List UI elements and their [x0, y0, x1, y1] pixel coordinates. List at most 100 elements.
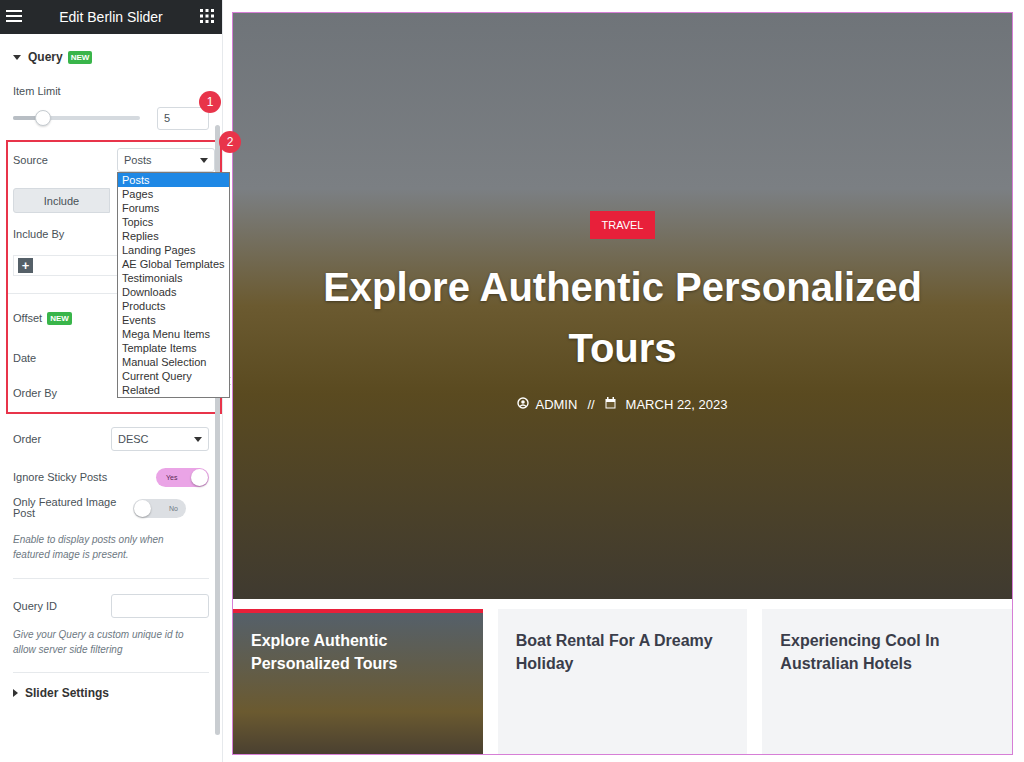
caret-icon	[194, 437, 202, 442]
slider-thumbs: Explore Authentic Personalized Tours Boat…	[233, 609, 1012, 754]
dropdown-option[interactable]: Pages	[118, 187, 229, 201]
toggle-label: No	[169, 505, 178, 512]
help-text: Enable to display posts only when featur…	[0, 532, 222, 562]
slide-hero: TRAVEL Explore Authentic Personalized Tou…	[233, 13, 1012, 599]
annotation-badge: 1	[199, 91, 221, 113]
option-label: Posts	[122, 174, 150, 186]
option-label: Events	[122, 314, 156, 326]
toggle-switch[interactable]: No	[133, 499, 186, 518]
annotation-number: 1	[207, 95, 214, 109]
toggle-switch[interactable]: Yes	[156, 468, 209, 487]
option-label: Manual Selection	[122, 356, 206, 368]
include-tab[interactable]: Include	[13, 188, 110, 213]
toggle-knob	[191, 469, 208, 486]
slider-thumb[interactable]: Explore Authentic Personalized Tours	[233, 609, 483, 754]
slider-track[interactable]	[13, 116, 140, 120]
add-button[interactable]: +	[18, 258, 33, 273]
slider-thumb[interactable]: Boat Rental For A Dreamy Holiday	[498, 609, 748, 754]
dropdown-option[interactable]: Manual Selection	[118, 355, 229, 369]
select-value: DESC	[118, 433, 149, 445]
toggle-label: Yes	[166, 474, 177, 481]
editor-panel: Edit Berlin Slider Query NEW Item Limit 5 Sou…	[0, 0, 222, 762]
annotation-number: 2	[227, 135, 234, 149]
annotation-badge: 2	[219, 131, 241, 153]
input-value: 5	[164, 112, 170, 124]
slider-thumb[interactable]: Experiencing Cool In Australian Hotels	[762, 609, 1012, 754]
panel-header: Edit Berlin Slider	[0, 0, 222, 34]
source-dropdown: Posts Pages Forums Topics Replies Landing Pag…	[117, 172, 230, 398]
menu-icon[interactable]	[6, 9, 22, 25]
dropdown-option[interactable]: Current Query	[118, 369, 229, 383]
option-label: Template Items	[122, 342, 197, 354]
user-icon	[517, 397, 529, 412]
arrow-icon	[13, 689, 18, 697]
field-label: Ignore Sticky Posts	[13, 471, 156, 483]
slider-handle[interactable]	[35, 110, 51, 126]
highlight-box: SourcePostsPostsPagesForumsTopicsReplies…	[6, 140, 222, 414]
thumb-title: Explore Authentic Personalized Tours	[251, 629, 451, 675]
dropdown-option[interactable]: AE Global Templates	[118, 257, 229, 271]
option-label: Mega Menu Items	[122, 328, 210, 340]
dropdown-option[interactable]: Forums	[118, 201, 229, 215]
option-label: Downloads	[122, 286, 176, 298]
option-label: Products	[122, 300, 165, 312]
slide-title: Explore Authentic Personalized Tours	[303, 257, 943, 379]
field-label: Query ID	[13, 600, 111, 612]
thumb-title: Experiencing Cool In Australian Hotels	[780, 629, 980, 675]
option-label: Replies	[122, 230, 159, 242]
dropdown-option[interactable]: Mega Menu Items	[118, 327, 229, 341]
query-id-input[interactable]	[111, 594, 209, 618]
dropdown-option[interactable]: Testimonials	[118, 271, 229, 285]
panel-title: Edit Berlin Slider	[59, 9, 163, 25]
dropdown-option[interactable]: Related	[118, 383, 229, 397]
field-label: Order	[13, 433, 111, 445]
dropdown-option[interactable]: Downloads	[118, 285, 229, 299]
dropdown-option[interactable]: Posts	[118, 173, 229, 187]
new-badge: NEW	[47, 312, 72, 325]
item-limit-input[interactable]: 5	[157, 107, 209, 130]
new-badge: NEW	[68, 51, 93, 64]
dropdown-option[interactable]: Replies	[118, 229, 229, 243]
slider-settings-header[interactable]: Slider Settings	[0, 673, 222, 713]
option-label: Topics	[122, 216, 153, 228]
widgets-grid-icon[interactable]	[200, 9, 214, 25]
calendar-icon	[605, 397, 616, 412]
help-text: Give your Query a custom unique id to al…	[0, 627, 222, 657]
slide-meta: ADMIN // MARCH 22, 2023	[517, 397, 727, 412]
option-label: Related	[122, 384, 160, 396]
dropdown-option[interactable]: Template Items	[118, 341, 229, 355]
category-badge[interactable]: TRAVEL	[590, 211, 656, 239]
toggle-knob	[134, 500, 151, 517]
category-label: TRAVEL	[602, 219, 644, 231]
dropdown-option[interactable]: Topics	[118, 215, 229, 229]
field-label: Item Limit	[13, 85, 209, 97]
option-label: Landing Pages	[122, 244, 195, 256]
caret-icon	[200, 158, 208, 163]
widget-canvas: TRAVEL Explore Authentic Personalized Tou…	[232, 12, 1013, 755]
author: ADMIN	[535, 397, 577, 412]
arrow-icon	[13, 55, 21, 60]
preview-area: TRAVEL Explore Authentic Personalized Tou…	[232, 0, 1024, 762]
thumb-title: Boat Rental For A Dreamy Holiday	[516, 629, 716, 675]
source-select[interactable]: PostsPostsPagesForumsTopicsRepliesLandin…	[117, 148, 215, 172]
field-label: Offset	[13, 312, 42, 324]
tab-label: Include	[44, 195, 79, 207]
field-label: Source	[13, 154, 117, 166]
option-label: AE Global Templates	[122, 258, 225, 270]
option-label: Testimonials	[122, 272, 183, 284]
option-label: Current Query	[122, 370, 192, 382]
dropdown-option[interactable]: Landing Pages	[118, 243, 229, 257]
add-icon: +	[22, 259, 30, 272]
section-title: Query	[28, 50, 63, 64]
field-label: Only Featured Image Post	[13, 497, 133, 519]
query-section-header[interactable]: Query NEW	[0, 34, 222, 80]
section-title: Slider Settings	[25, 686, 109, 700]
option-label: Pages	[122, 188, 153, 200]
order-select[interactable]: DESC	[111, 427, 209, 451]
meta-separator: //	[587, 397, 594, 412]
option-label: Forums	[122, 202, 159, 214]
dropdown-option[interactable]: Events	[118, 313, 229, 327]
post-date: MARCH 22, 2023	[626, 397, 728, 412]
select-value: Posts	[124, 154, 152, 166]
dropdown-option[interactable]: Products	[118, 299, 229, 313]
